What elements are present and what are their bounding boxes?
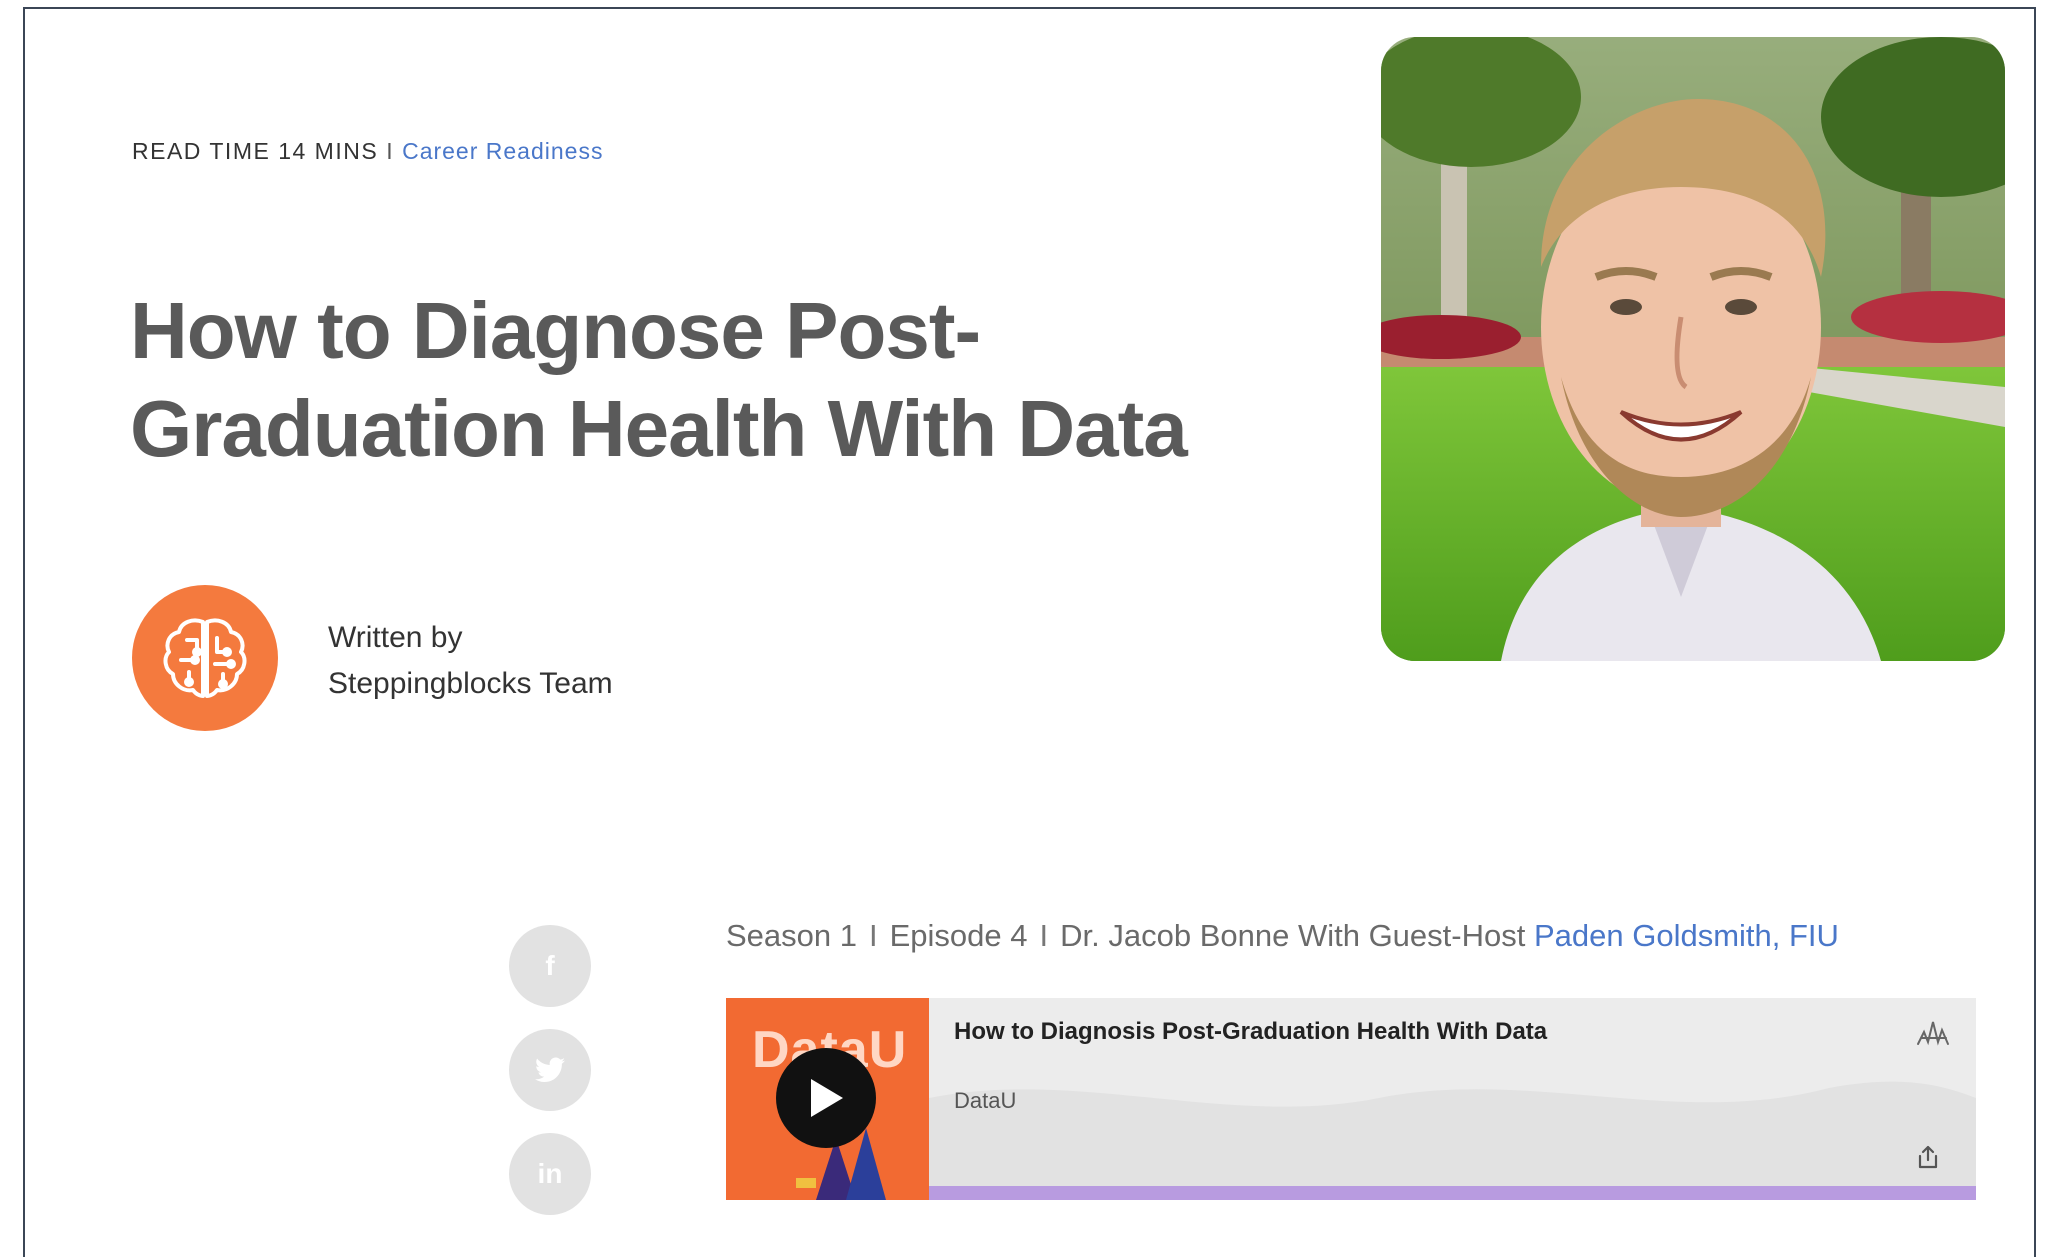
share-twitter-button[interactable] — [509, 1029, 591, 1111]
portrait-image — [1381, 37, 2005, 661]
player-wave-decoration — [929, 1081, 1976, 1198]
category-link[interactable]: Career Readiness — [402, 138, 603, 164]
author-name: Steppingblocks Team — [328, 667, 613, 700]
season-label: Season 1 — [726, 918, 857, 953]
share-icon[interactable] — [1916, 1144, 1940, 1175]
play-button[interactable] — [776, 1048, 876, 1148]
episode-divider: I — [869, 918, 878, 953]
author-avatar — [132, 585, 278, 731]
player-show-name: DataU — [954, 1088, 1017, 1113]
facebook-icon: f — [545, 950, 555, 981]
podcast-player: DataU How to Diagnosis Post-Graduation H… — [726, 998, 1976, 1200]
episode-cover-art: DataU — [726, 998, 929, 1200]
share-facebook-button[interactable]: f — [509, 925, 591, 1007]
article-meta: READ TIME 14 MINS I Career Readiness — [132, 138, 603, 165]
share-linkedin-button[interactable]: in — [509, 1133, 591, 1215]
guest-host-link[interactable]: Paden Goldsmith, FIU — [1534, 918, 1839, 953]
author-label: Written by — [328, 621, 463, 654]
episode-label: Episode 4 — [889, 918, 1028, 953]
author-photo — [1381, 37, 2005, 661]
linkedin-icon: in — [537, 1158, 563, 1189]
progress-bar[interactable] — [929, 1186, 1976, 1200]
play-icon — [811, 1079, 843, 1117]
host-text: Dr. Jacob Bonne With Guest-Host — [1060, 918, 1526, 953]
author-info: Written by Steppingblocks Team — [328, 615, 613, 707]
brain-icon — [163, 618, 247, 698]
anchor-logo-icon[interactable] — [1916, 1018, 1950, 1053]
twitter-icon — [535, 1057, 565, 1082]
meta-separator: I — [386, 138, 395, 164]
article-title: How to Diagnose Post-Graduation Health W… — [130, 286, 1188, 473]
host-divider: I — [1039, 918, 1049, 953]
player-episode-title: How to Diagnosis Post-Graduation Health … — [954, 1018, 1548, 1045]
read-time: READ TIME 14 MINS — [132, 138, 379, 164]
episode-info: Season 1 I Episode 4 I Dr. Jacob Bonne With … — [726, 918, 1839, 954]
